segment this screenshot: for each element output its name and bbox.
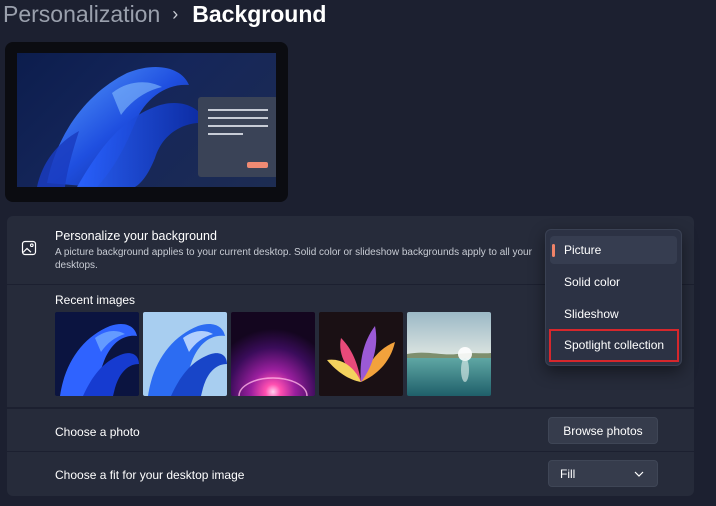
page-title: Background xyxy=(192,0,327,27)
spotlight-highlight-box xyxy=(549,329,679,362)
breadcrumb: Personalization › Background xyxy=(3,0,326,30)
choose-fit-label: Choose a fit for your desktop image xyxy=(55,468,245,482)
preview-wallpaper xyxy=(17,53,276,187)
dropdown-option-label: Picture xyxy=(564,243,602,257)
image-icon xyxy=(21,240,37,256)
background-description: A picture background applies to your cur… xyxy=(55,247,532,271)
preview-window-button xyxy=(247,162,268,168)
selected-indicator xyxy=(552,244,555,257)
desktop-preview xyxy=(5,42,288,202)
recent-images-label: Recent images xyxy=(55,293,136,307)
dropdown-option-label: Slideshow xyxy=(564,307,619,321)
preview-window xyxy=(198,97,276,177)
recent-image-windows-bloom-dark[interactable] xyxy=(55,312,139,396)
fit-select[interactable]: Fill xyxy=(548,460,658,487)
fit-select-value: Fill xyxy=(560,466,576,481)
chevron-right-icon: › xyxy=(172,3,179,24)
recent-image-windows-bloom-light[interactable] xyxy=(143,312,227,396)
breadcrumb-personalization[interactable]: Personalization xyxy=(3,1,160,28)
background-title: Personalize your background xyxy=(55,229,217,243)
dropdown-option-solid-color[interactable]: Solid color xyxy=(550,268,677,296)
recent-image-lake-sunrise[interactable] xyxy=(407,312,491,396)
dropdown-option-slideshow[interactable]: Slideshow xyxy=(550,300,677,328)
choose-photo-label: Choose a photo xyxy=(55,425,140,439)
recent-image-purple-glow[interactable] xyxy=(231,312,315,396)
dropdown-option-picture[interactable]: Picture xyxy=(550,236,677,264)
dropdown-option-label: Solid color xyxy=(564,275,621,289)
recent-image-abstract-flower[interactable] xyxy=(319,312,403,396)
chevron-down-icon xyxy=(634,471,644,477)
browse-photos-button[interactable]: Browse photos xyxy=(548,417,658,444)
